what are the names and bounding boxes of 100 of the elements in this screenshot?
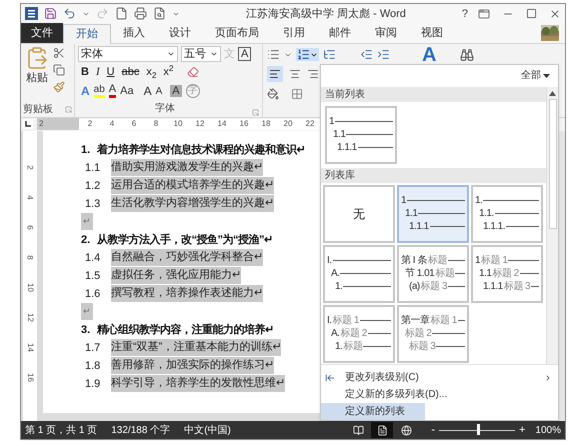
borders-icon[interactable]	[291, 88, 303, 100]
numbering-button[interactable]	[296, 48, 319, 62]
paste-button[interactable]: 粘贴	[23, 46, 51, 103]
page-count: 第 1 页，共 1 页	[25, 424, 98, 438]
heading-caption: 标题 3	[504, 280, 530, 293]
binoculars-icon[interactable]	[460, 48, 474, 62]
section-header: 列表库	[321, 168, 546, 183]
align-left-button[interactable]	[267, 66, 283, 82]
zoom-slider[interactable]	[438, 424, 515, 436]
text-effects-button[interactable]: A	[81, 82, 90, 100]
character-border-button[interactable]: A	[238, 47, 252, 62]
format-button[interactable]: U	[106, 66, 115, 78]
ruler-number: 2	[86, 118, 94, 130]
format-button[interactable]: x$^{2}$	[163, 66, 174, 78]
format-button[interactable]: B	[81, 66, 89, 78]
list-number: 1.4	[85, 250, 102, 266]
ruler-number: 16	[26, 372, 34, 382]
printer-icon[interactable]	[134, 7, 147, 20]
highlight-button[interactable]: ab	[94, 84, 105, 98]
list-style-tile[interactable]: 第 I 条标题 节 1.01标题 (a)标题 3	[397, 244, 469, 303]
list-style-tile[interactable]: 1. 1.1. 1.1.1.	[471, 184, 543, 243]
ruler-number: 8	[26, 255, 34, 260]
help-button[interactable]: ?	[458, 6, 472, 22]
list-item-text: 科学引导，培养学生的发散性思维↵	[111, 375, 285, 392]
ribbon-tab[interactable]: 引用	[271, 24, 317, 43]
list-number: 1.7	[85, 340, 102, 356]
format-button[interactable]: abc	[122, 66, 140, 78]
list-item-text: 运用合适的模式培养学生的兴趣↵	[111, 177, 274, 194]
list-style-tile[interactable]: I.标题 1 A.标题 2 1.标题	[323, 304, 395, 363]
align-right-icon[interactable]	[307, 68, 319, 80]
list-style-tile[interactable]: 无	[323, 184, 395, 243]
ribbon-tab[interactable]: 设计	[157, 24, 203, 43]
level-label: 1.1.1	[409, 220, 429, 233]
launcher-icon[interactable]	[65, 106, 72, 114]
scroll-up-icon[interactable]	[549, 90, 556, 96]
list-style-tile[interactable]: 1 1.1 1.1.1	[397, 184, 469, 243]
level-label: I.	[327, 254, 332, 267]
level-label: 1.1.1	[337, 142, 357, 154]
list-number: 1.5	[85, 268, 102, 284]
menu-item[interactable]: 定义新的多级列表(D)...	[321, 386, 558, 403]
list-style-tile[interactable]: 1 1.1 1.1.1	[325, 106, 397, 164]
ribbon-tab[interactable]: 开始	[63, 24, 111, 44]
eraser-icon[interactable]	[186, 66, 199, 78]
character-shading-button[interactable]: A	[170, 85, 182, 98]
ribbon-tab[interactable]: 审阅	[363, 24, 409, 43]
ribbon-tab[interactable]: 视图	[409, 24, 455, 43]
ruler-number: 10	[172, 118, 184, 130]
slider-thumb[interactable]	[476, 424, 480, 436]
increase-indent-icon[interactable]	[377, 48, 390, 62]
word-count: 132/188 个字	[111, 424, 170, 438]
cut-icon[interactable]	[53, 46, 65, 59]
close-icon[interactable]	[549, 8, 561, 20]
copy-icon[interactable]	[53, 64, 65, 76]
decrease-indent-icon[interactable]	[360, 48, 373, 62]
web-view-icon	[400, 424, 412, 436]
heading-caption: 标题 1	[481, 254, 508, 267]
ribbon-display-icon[interactable]	[478, 8, 490, 20]
maximize-icon[interactable]	[526, 8, 537, 20]
list-style-tile[interactable]: 1标题 1 1.1标题 2 1.1.1标题 3	[471, 244, 543, 303]
undo-icon[interactable]	[63, 7, 76, 20]
app-icon[interactable]	[25, 7, 38, 20]
level-label: 1.1	[333, 128, 346, 141]
level-label: 1.1	[479, 268, 492, 280]
tab-selector-icon[interactable]	[23, 119, 33, 130]
filter-dropdown[interactable]: 全部	[521, 68, 550, 84]
heading-caption: 标题 2	[405, 328, 432, 340]
font-name-field[interactable]: 宋体	[78, 46, 178, 62]
file-tab[interactable]: 文件	[21, 22, 63, 43]
heading-caption: 标题	[435, 268, 454, 280]
shrink-font-button[interactable]: A	[156, 84, 162, 99]
zoom-in-button[interactable]: +	[518, 422, 526, 438]
launcher-icon[interactable]	[252, 108, 259, 116]
format-button[interactable]: x$_{2}$	[146, 66, 156, 78]
level-label: 1	[329, 116, 334, 128]
multilevel-list-icon[interactable]	[323, 48, 336, 62]
heading-caption: 标题	[343, 340, 362, 353]
save-icon[interactable]	[44, 7, 57, 20]
new-document-icon[interactable]	[115, 7, 128, 20]
menu-item[interactable]: 定义新的列表	[321, 403, 425, 420]
none-label: 无	[353, 206, 365, 223]
format-painter-icon[interactable]	[53, 80, 65, 93]
ribbon-tab[interactable]: 邮件	[317, 24, 363, 43]
font-color-button[interactable]: A	[108, 84, 116, 98]
zoom-out-button[interactable]: -	[431, 422, 435, 438]
list-style-tile[interactable]: 第一章标题 1 标题 2 标题 3	[397, 304, 469, 363]
paragraph-mark: ↵	[81, 213, 93, 230]
align-center-icon[interactable]	[289, 68, 301, 80]
change-case-button[interactable]: Aa	[120, 83, 134, 100]
menu-item[interactable]: 更改列表级别(C)	[321, 369, 558, 386]
list-style-tile[interactable]: I. A. 1.	[323, 244, 395, 303]
ribbon-tab[interactable]: 插入	[111, 24, 157, 43]
grow-font-button[interactable]: A	[144, 82, 152, 100]
scrollbar[interactable]	[546, 86, 558, 364]
shading-icon[interactable]	[267, 88, 279, 100]
print-preview-icon[interactable]	[153, 7, 166, 20]
format-button[interactable]: I	[96, 66, 100, 78]
font-size-field[interactable]: 五号	[181, 46, 221, 62]
view-button[interactable]	[371, 422, 394, 438]
list-number: 3.	[81, 322, 92, 338]
ribbon-tab[interactable]: 页面布局	[203, 24, 271, 43]
